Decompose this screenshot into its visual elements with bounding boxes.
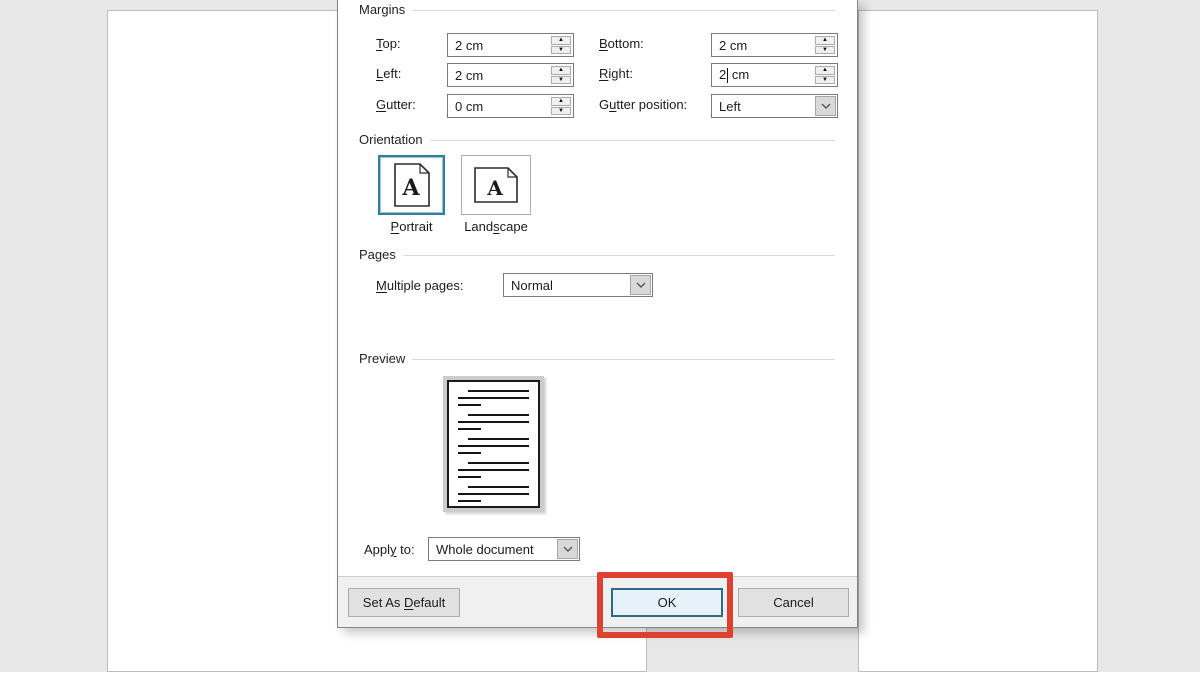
spinner-up-icon: ▲ <box>558 98 564 104</box>
spinner-up-button[interactable]: ▲ <box>551 66 571 75</box>
margins-group-header: Margins <box>359 2 835 17</box>
gutter-position-value: Left <box>719 99 741 114</box>
right-margin-label: Right: <box>599 66 633 81</box>
portrait-option[interactable]: A <box>378 155 445 215</box>
top-margin-label: Top: <box>376 36 401 51</box>
preview-group-title: Preview <box>359 351 405 366</box>
group-divider <box>412 10 835 11</box>
margins-group-title: Margins <box>359 2 405 17</box>
left-margin-field[interactable]: 2 cm ▲ ▼ <box>447 63 574 87</box>
top-margin-spinner: ▲ ▼ <box>551 36 571 54</box>
right-margin-field[interactable]: 2 cm ▲ ▼ <box>711 63 838 87</box>
gutter-field[interactable]: 0 cm ▲ ▼ <box>447 94 574 118</box>
bottom-margin-label: Bottom: <box>599 36 644 51</box>
svg-text:A: A <box>486 176 503 200</box>
spinner-up-icon: ▲ <box>558 67 564 73</box>
spinner-up-button[interactable]: ▲ <box>551 36 571 45</box>
spinner-up-button[interactable]: ▲ <box>815 66 835 75</box>
gutter-spinner: ▲ ▼ <box>551 97 571 115</box>
chevron-down-icon <box>630 275 651 295</box>
spinner-down-icon: ▼ <box>558 77 564 83</box>
preview-page <box>447 380 540 508</box>
pages-group-header: Pages <box>359 247 835 262</box>
orientation-group-title: Orientation <box>359 132 423 147</box>
right-margin-value: 2 cm <box>719 67 749 83</box>
multiple-pages-label: Multiple pages: <box>376 278 463 293</box>
portrait-label: Portrait <box>378 219 445 234</box>
chevron-down-icon <box>815 96 836 116</box>
spinner-up-button[interactable]: ▲ <box>815 36 835 45</box>
spinner-up-icon: ▲ <box>822 67 828 73</box>
landscape-label: Landscape <box>461 219 531 234</box>
gutter-position-select[interactable]: Left <box>711 94 838 118</box>
gutter-value: 0 cm <box>455 99 483 114</box>
apply-to-label: Apply to: <box>364 542 415 557</box>
set-as-default-label: Set As Default <box>363 595 445 610</box>
top-margin-value: 2 cm <box>455 38 483 53</box>
left-margin-label: Left: <box>376 66 401 81</box>
spinner-up-icon: ▲ <box>822 37 828 43</box>
group-divider <box>412 359 835 360</box>
spinner-down-button[interactable]: ▼ <box>551 76 571 85</box>
spinner-down-icon: ▼ <box>822 77 828 83</box>
multiple-pages-select[interactable]: Normal <box>503 273 653 297</box>
svg-text:A: A <box>401 175 420 201</box>
apply-to-select[interactable]: Whole document <box>428 537 580 561</box>
spinner-down-button[interactable]: ▼ <box>551 46 571 55</box>
left-margin-spinner: ▲ ▼ <box>551 66 571 84</box>
portrait-page-icon: A <box>393 162 431 208</box>
gutter-label: Gutter: <box>376 97 416 112</box>
apply-to-value: Whole document <box>436 542 534 557</box>
preview-thumbnail <box>443 376 544 512</box>
spinner-down-button[interactable]: ▼ <box>815 46 835 55</box>
spinner-down-icon: ▼ <box>558 108 564 114</box>
bottom-margin-spinner: ▲ ▼ <box>815 36 835 54</box>
ok-highlight-annotation <box>597 572 733 638</box>
background-page-right <box>858 10 1098 672</box>
group-divider <box>403 255 835 256</box>
page-setup-dialog: Margins Top: 2 cm ▲ ▼ Bottom: 2 cm ▲ ▼ L… <box>337 0 858 628</box>
right-margin-spinner: ▲ ▼ <box>815 66 835 84</box>
spinner-down-button[interactable]: ▼ <box>815 76 835 85</box>
group-divider <box>430 140 835 141</box>
gutter-position-label: Gutter position: <box>599 97 687 112</box>
spinner-down-icon: ▼ <box>822 47 828 53</box>
multiple-pages-value: Normal <box>511 278 553 293</box>
landscape-option[interactable]: A <box>461 155 531 215</box>
pages-group-title: Pages <box>359 247 396 262</box>
landscape-page-icon: A <box>473 166 519 204</box>
spinner-down-icon: ▼ <box>558 47 564 53</box>
top-margin-field[interactable]: 2 cm ▲ ▼ <box>447 33 574 57</box>
left-margin-value: 2 cm <box>455 68 483 83</box>
bottom-margin-value: 2 cm <box>719 38 747 53</box>
set-as-default-button[interactable]: Set As Default <box>348 588 460 617</box>
chevron-down-icon <box>557 539 578 559</box>
cancel-button[interactable]: Cancel <box>738 588 849 617</box>
cancel-button-label: Cancel <box>773 595 813 610</box>
preview-group-header: Preview <box>359 351 835 366</box>
spinner-down-button[interactable]: ▼ <box>551 107 571 116</box>
bottom-margin-field[interactable]: 2 cm ▲ ▼ <box>711 33 838 57</box>
orientation-group-header: Orientation <box>359 132 835 147</box>
spinner-up-icon: ▲ <box>558 37 564 43</box>
spinner-up-button[interactable]: ▲ <box>551 97 571 106</box>
